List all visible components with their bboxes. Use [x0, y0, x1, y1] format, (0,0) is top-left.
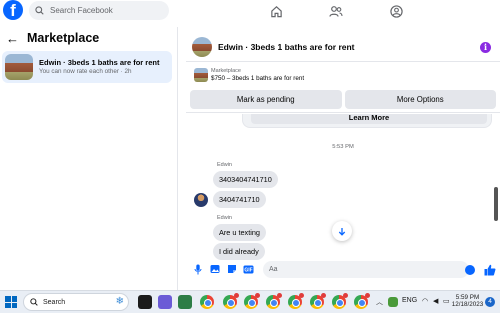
- message-bubble[interactable]: 3404741710: [213, 191, 266, 208]
- conversation-title: Edwin · 3beds 1 baths are for rent: [39, 58, 160, 68]
- message-bubble[interactable]: 3403404741710: [213, 171, 278, 188]
- search-icon: [35, 6, 44, 15]
- friends-icon[interactable]: [328, 3, 344, 19]
- message-bubble[interactable]: Are u texting: [213, 224, 266, 241]
- chrome-icon[interactable]: [288, 293, 304, 309]
- scroll-to-bottom-button[interactable]: [332, 221, 352, 241]
- chat-app-icon[interactable]: [158, 295, 172, 309]
- chrome-icon[interactable]: [266, 293, 282, 309]
- back-arrow-icon[interactable]: ←: [6, 31, 19, 46]
- taskbar-search-box[interactable]: Search ❄: [23, 293, 129, 311]
- facebook-logo-icon[interactable]: f: [3, 0, 23, 20]
- clock-date: 12/18/2023: [451, 301, 484, 309]
- more-options-button[interactable]: More Options: [344, 90, 496, 109]
- chat-panel: Edwin · 3beds 1 baths are for rent i Mar…: [186, 32, 500, 290]
- chevron-up-icon[interactable]: ︿: [376, 297, 383, 307]
- search-icon: [30, 298, 38, 306]
- chrome-icon[interactable]: [244, 293, 260, 309]
- task-view-icon[interactable]: [138, 295, 152, 309]
- message-input[interactable]: [263, 261, 469, 278]
- info-icon[interactable]: i: [480, 42, 491, 53]
- emoji-icon[interactable]: [465, 265, 475, 275]
- marketplace-sidebar: ← Marketplace Edwin · 3beds 1 baths are …: [0, 27, 178, 290]
- battery-icon[interactable]: ▭: [443, 297, 450, 305]
- top-navigation-bar: f: [0, 0, 500, 22]
- listing-price-title[interactable]: $750 – 3beds 1 baths are for rent: [211, 75, 304, 82]
- learn-more-card: Learn More: [242, 114, 492, 128]
- notification-count-badge[interactable]: 4: [485, 297, 495, 307]
- learn-more-button[interactable]: Learn More: [251, 114, 487, 124]
- tray-app-icon[interactable]: [388, 297, 398, 307]
- conversation-subtitle: You can now rate each other · 2h: [39, 67, 132, 75]
- gif-icon[interactable]: GIF: [243, 264, 254, 275]
- svg-text:GIF: GIF: [244, 267, 252, 273]
- arrow-down-icon: [338, 227, 346, 236]
- home-icon[interactable]: [268, 3, 284, 19]
- volume-icon[interactable]: ◀: [433, 297, 438, 305]
- sender-name: Edwin: [217, 215, 232, 221]
- message-composer: GIF: [186, 258, 500, 280]
- photo-icon[interactable]: [209, 264, 220, 275]
- search-box[interactable]: [29, 1, 169, 20]
- taskbar-clock[interactable]: 5:59 PM 12/18/2023: [450, 294, 485, 308]
- sender-name: Edwin: [217, 162, 232, 168]
- message-timestamp: 5:53 PM: [332, 144, 354, 150]
- chrome-icon[interactable]: [223, 293, 239, 309]
- chrome-icon[interactable]: [354, 293, 370, 309]
- sidebar-title: Marketplace: [27, 31, 100, 45]
- listing-thumbnail: [5, 54, 33, 80]
- windows-start-icon[interactable]: [5, 296, 17, 308]
- sender-avatar[interactable]: [194, 193, 208, 207]
- listing-card: Marketplace $750 – 3beds 1 baths are for…: [186, 63, 500, 113]
- chrome-icon[interactable]: [332, 293, 348, 309]
- conversation-list-item[interactable]: Edwin · 3beds 1 baths are for rent You c…: [2, 51, 172, 83]
- chrome-icon[interactable]: [310, 293, 326, 309]
- sticker-icon[interactable]: [226, 264, 237, 275]
- chat-scrollbar[interactable]: [494, 187, 498, 221]
- language-indicator[interactable]: ENG: [402, 297, 417, 304]
- taskbar-search-label: Search: [43, 298, 66, 306]
- chrome-icon[interactable]: [200, 295, 214, 309]
- thumbs-up-icon[interactable]: [484, 263, 496, 276]
- clock-time: 5:59 PM: [455, 294, 480, 301]
- profile-icon[interactable]: [388, 3, 404, 19]
- listing-small-thumbnail[interactable]: [194, 68, 208, 82]
- message-thread: Learn More 5:53 PM Edwin 3403404741710 3…: [186, 114, 500, 264]
- snowflake-icon: ❄: [115, 296, 124, 307]
- windows-taskbar: Search ❄ ︿ ENG ◠ ◀ ▭ 5:59 PM 12/18/2023 …: [0, 290, 500, 313]
- chat-header: Edwin · 3beds 1 baths are for rent i: [186, 32, 500, 62]
- edge-browser-icon[interactable]: [178, 295, 192, 309]
- chat-title[interactable]: Edwin · 3beds 1 baths are for rent: [218, 42, 355, 52]
- mark-as-pending-button[interactable]: Mark as pending: [190, 90, 342, 109]
- search-input[interactable]: [50, 6, 160, 15]
- wifi-icon[interactable]: ◠: [422, 297, 428, 305]
- microphone-icon[interactable]: [192, 264, 203, 275]
- chat-avatar[interactable]: [192, 36, 212, 57]
- sidebar-header: ← Marketplace: [0, 27, 177, 49]
